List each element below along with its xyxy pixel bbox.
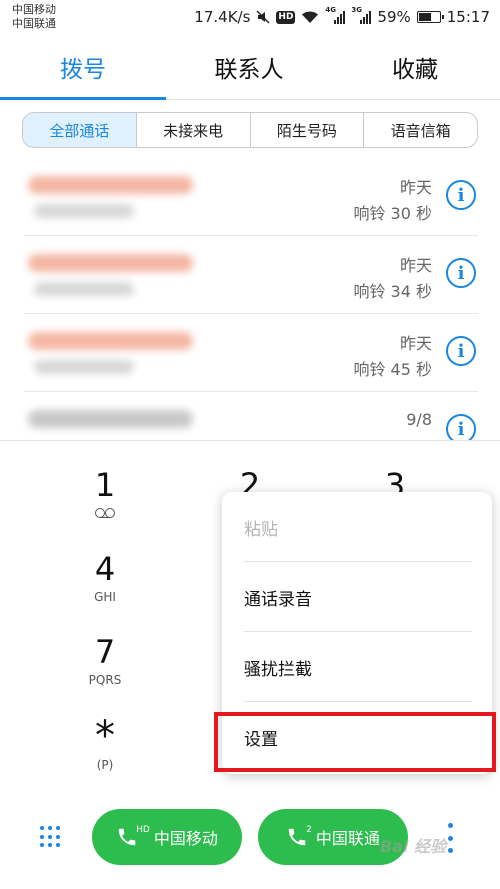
highlight-annotation [214,712,496,772]
filter-unknown-numbers[interactable]: 陌生号码 [249,113,364,147]
key-star[interactable]: * (P) [45,716,165,773]
filter-missed-calls[interactable]: 未接来电 [135,113,250,147]
call-log-list: 昨天 响铃 30 秒 i 昨天 响铃 34 秒 i 昨天 响铃 45 秒 i 9… [0,158,500,440]
call-time: 昨天 [399,178,432,197]
voicemail-icon [95,508,115,518]
blurred-contact-name [28,410,193,428]
menu-item-harassment-block[interactable]: 骚扰拦截 [222,632,492,702]
signal-icon-sim2: 3G [351,6,372,24]
call-log-row[interactable]: 9/8 i [0,392,500,440]
carrier-2-label: 中国联通 [12,17,56,30]
menu-item-paste[interactable]: 粘贴 [222,492,492,562]
phone-icon [118,828,136,846]
call-time: 昨天 [399,334,432,353]
menu-item-call-recording[interactable]: 通话录音 [222,562,492,632]
hd-voice-icon: HD [276,10,296,24]
clock: 15:17 [446,8,490,26]
battery-percent: 59% [377,8,411,26]
battery-icon [416,11,444,23]
status-bar: 中国移动 中国联通 17.4K/s HD 4G 3G 59% 15:17 [0,0,500,34]
call-duration: 响铃 34 秒 [353,282,432,301]
tab-active-indicator [0,97,166,100]
call-log-row[interactable]: 昨天 响铃 30 秒 i [0,158,500,236]
call-filter: 全部通话 未接来电 陌生号码 语音信箱 [22,112,478,148]
watermark: Bai 经验 [380,837,447,856]
hd-badge: HD [136,825,150,835]
status-icons: 17.4K/s HD 4G 3G 59% 15:17 [194,6,490,28]
call-duration: 响铃 30 秒 [353,204,432,223]
blurred-contact-name [28,176,193,194]
key-1[interactable]: 1 [45,467,165,522]
top-tabs: 拨号 联系人 收藏 [0,34,500,100]
call-button-sim2-label: 中国联通 [315,829,380,848]
call-duration: 响铃 45 秒 [353,360,432,379]
key-4[interactable]: 4 GHI [45,551,165,605]
filter-voicemail[interactable]: 语音信箱 [363,113,477,147]
blurred-contact-name [28,254,193,272]
phone-icon [288,828,306,846]
filter-all-calls[interactable]: 全部通话 [23,113,136,147]
dialer-bottom-bar: HD 中国移动 2 中国联通 Bai 经验 [0,803,500,873]
call-time: 9/8 [406,410,432,429]
blurred-contact-detail [34,204,134,218]
tab-favorites[interactable]: 收藏 [332,34,498,100]
info-icon[interactable]: i [446,414,476,440]
info-icon[interactable]: i [446,336,476,366]
dialpad-toggle-icon[interactable] [40,826,62,848]
wifi-icon [301,10,319,24]
carrier-1-label: 中国移动 [12,3,56,16]
tab-contacts[interactable]: 联系人 [166,34,332,100]
info-icon[interactable]: i [446,180,476,210]
tab-dialer[interactable]: 拨号 [0,34,166,100]
blurred-contact-detail [34,360,134,374]
network-speed: 17.4K/s [194,8,251,26]
call-log-row[interactable]: 昨天 响铃 45 秒 i [0,314,500,392]
call-log-row[interactable]: 昨天 响铃 34 秒 i [0,236,500,314]
signal-icon-sim1: 4G [325,6,346,24]
sim2-badge: 2 [306,825,312,835]
blurred-contact-name [28,332,193,350]
call-button-sim1-label: 中国移动 [153,829,218,848]
mute-icon [256,10,270,24]
more-options-icon[interactable] [445,823,455,853]
blurred-contact-detail [34,282,134,296]
call-button-sim1[interactable]: HD 中国移动 [92,809,242,865]
key-7[interactable]: 7 PQRS [45,634,165,688]
call-time: 昨天 [399,256,432,275]
info-icon[interactable]: i [446,258,476,288]
